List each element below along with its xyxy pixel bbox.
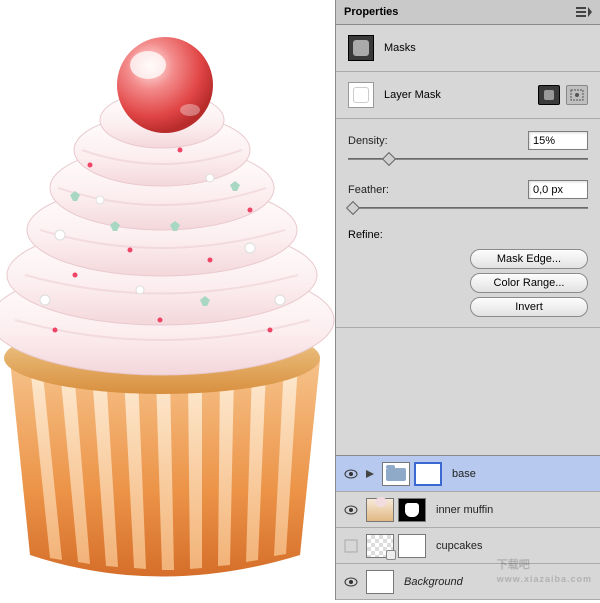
visibility-icon[interactable]	[342, 465, 360, 483]
refine-label: Refine:	[348, 229, 588, 241]
masks-label: Masks	[384, 42, 416, 54]
feather-slider[interactable]	[348, 203, 588, 215]
feather-input[interactable]	[528, 180, 588, 199]
visibility-icon[interactable]	[342, 501, 360, 519]
sliders-section: Density: Feather: Refine: Mask Edge... C…	[336, 119, 600, 328]
visibility-icon[interactable]	[342, 537, 360, 555]
layer-thumbnail[interactable]	[366, 534, 394, 558]
panel-menu-icon[interactable]	[574, 5, 594, 19]
mask-type-label: Layer Mask	[384, 89, 441, 101]
panel-tab-bar: Properties	[336, 0, 600, 25]
pixel-mask-button[interactable]	[538, 85, 560, 105]
layer-row-cupcakes[interactable]: cupcakes	[336, 528, 600, 564]
visibility-icon[interactable]	[342, 573, 360, 591]
layer-thumbnail[interactable]	[366, 570, 394, 594]
layer-row-base[interactable]: base	[336, 456, 600, 492]
color-range-button[interactable]: Color Range...	[470, 273, 588, 293]
density-input[interactable]	[528, 131, 588, 150]
layer-name[interactable]: cupcakes	[436, 540, 482, 552]
panel-title: Properties	[344, 6, 398, 18]
density-label: Density:	[348, 135, 388, 147]
mask-type-section: Layer Mask	[336, 72, 600, 119]
folder-thumbnail[interactable]	[382, 462, 410, 486]
layer-name[interactable]: base	[452, 468, 476, 480]
mask-edge-button[interactable]: Mask Edge...	[470, 249, 588, 269]
layer-row-inner-muffin[interactable]: inner muffin	[336, 492, 600, 528]
mask-mode-icon[interactable]	[348, 35, 374, 61]
mask-thumbnail-selected[interactable]	[414, 462, 442, 486]
layer-name[interactable]: Background	[404, 576, 463, 588]
panel-spacer	[336, 328, 600, 455]
mask-thumbnail[interactable]	[348, 82, 374, 108]
invert-button[interactable]: Invert	[470, 297, 588, 317]
vector-mask-button[interactable]	[566, 85, 588, 105]
layer-thumbnail[interactable]	[366, 498, 394, 522]
layers-list: base inner muffin cupcakes Background	[336, 455, 600, 600]
layer-row-background[interactable]: Background	[336, 564, 600, 600]
mask-thumbnail[interactable]	[398, 534, 426, 558]
properties-panel: Properties Masks Layer Mask Density:	[335, 0, 600, 600]
layer-name[interactable]: inner muffin	[436, 504, 493, 516]
feather-label: Feather:	[348, 184, 389, 196]
density-slider[interactable]	[348, 154, 588, 166]
canvas-area	[0, 0, 335, 600]
expand-icon[interactable]	[366, 469, 376, 479]
mask-thumbnail[interactable]	[398, 498, 426, 522]
masks-header-section: Masks	[336, 25, 600, 72]
